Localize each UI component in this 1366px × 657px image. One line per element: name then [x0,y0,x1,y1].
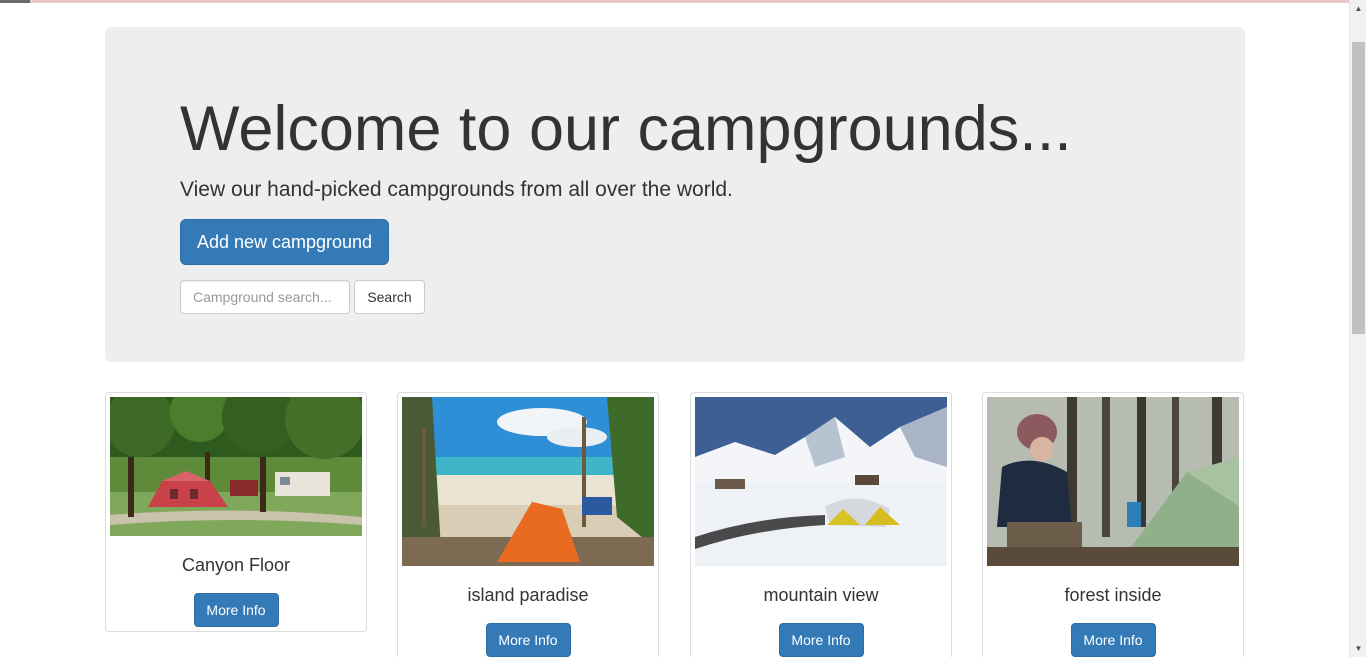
more-info-button[interactable]: More Info [778,623,864,657]
campground-name: Canyon Floor [181,555,291,575]
page-title: Welcome to our campgrounds... [180,94,1072,164]
campground-name: island paradise [467,585,589,605]
campground-card-island-paradise: island paradise More Info [397,392,659,657]
campground-image[interactable] [987,397,1239,566]
browser-top-strip [0,0,1366,3]
campground-card-forest-inside: forest inside More Info [982,392,1244,657]
add-campground-button[interactable]: Add new campground [180,219,389,265]
campground-image[interactable] [695,397,947,566]
campground-name: forest inside [1064,585,1162,605]
more-info-button[interactable]: More Info [485,623,571,657]
vertical-scrollbar[interactable]: ▲ ▼ [1349,0,1366,657]
campground-search-input[interactable] [180,280,350,314]
more-info-button[interactable]: More Info [1070,623,1156,657]
campground-card-mountain-view: mountain view More Info [690,392,952,657]
search-button[interactable]: Search [354,280,425,314]
more-info-button[interactable]: More Info [193,593,279,627]
jumbotron: Welcome to our campgrounds... View our h… [105,27,1245,362]
campground-image[interactable] [110,397,362,536]
campground-card-canyon-floor: Canyon Floor More Info [105,392,367,632]
scroll-thumb[interactable] [1352,42,1365,334]
page-subtitle: View our hand-picked campgrounds from al… [180,178,733,201]
campground-image[interactable] [402,397,654,566]
campground-name: mountain view [763,585,879,605]
scroll-down-arrow-icon[interactable]: ▼ [1350,640,1366,657]
scroll-up-arrow-icon[interactable]: ▲ [1350,0,1366,17]
